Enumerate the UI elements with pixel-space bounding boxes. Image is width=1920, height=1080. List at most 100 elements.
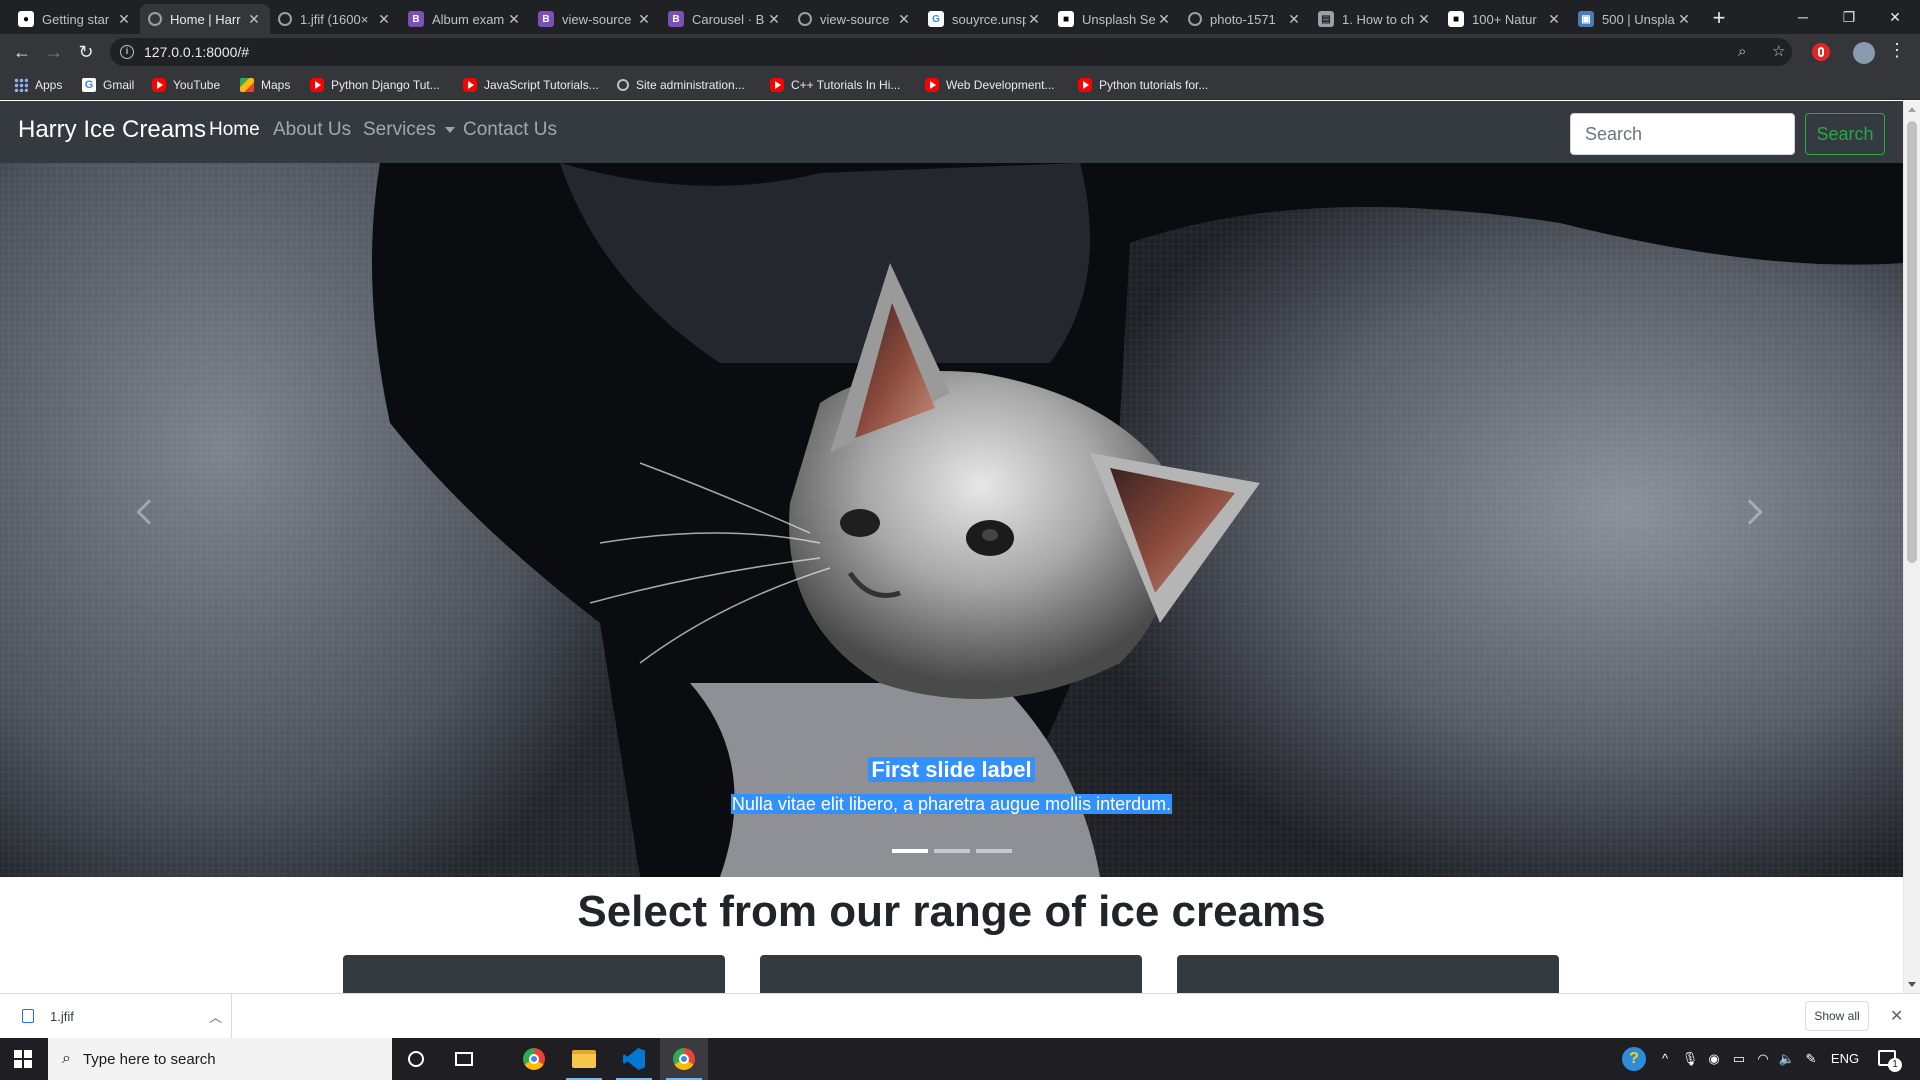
- bookmark-label: JavaScript Tutorials...: [484, 78, 599, 92]
- globe-icon: [617, 79, 629, 91]
- back-arrow-icon[interactable]: ←: [9, 40, 35, 64]
- language-indicator[interactable]: ENG: [1828, 1038, 1862, 1080]
- bookmark-cpp[interactable]: C++ Tutorials In Hi...: [770, 76, 900, 94]
- browser-tab[interactable]: ▣ 500 | Unspla ✕: [1570, 4, 1700, 34]
- product-card[interactable]: [343, 955, 725, 993]
- download-shelf: 1.jfif ︿ Show all ✕: [0, 993, 1920, 1038]
- close-tab-icon[interactable]: ✕: [1416, 11, 1432, 28]
- minimize-window-button[interactable]: ─: [1780, 0, 1826, 34]
- battery-icon[interactable]: ▭: [1728, 1038, 1750, 1080]
- carousel-indicator[interactable]: [975, 849, 1012, 853]
- carousel-indicator[interactable]: [891, 849, 928, 853]
- bootstrap-icon: B: [538, 11, 554, 27]
- bookmark-apps[interactable]: Apps: [14, 76, 62, 94]
- maximize-window-button[interactable]: ❐: [1826, 0, 1872, 34]
- close-tab-icon[interactable]: ✕: [636, 11, 652, 28]
- globe-icon: [1188, 12, 1202, 26]
- profile-avatar[interactable]: [1853, 42, 1875, 64]
- close-tab-icon[interactable]: ✕: [1156, 11, 1172, 28]
- nav-about[interactable]: About Us: [273, 119, 351, 141]
- browser-tab[interactable]: ■ Unsplash Se ✕: [1050, 4, 1180, 34]
- scroll-down-icon[interactable]: [1908, 982, 1916, 987]
- taskbar-file-explorer[interactable]: [560, 1038, 608, 1080]
- search-button[interactable]: Search: [1805, 113, 1885, 155]
- close-tab-icon[interactable]: ✕: [1026, 11, 1042, 28]
- browser-tab[interactable]: B view-source ✕: [530, 4, 660, 34]
- wifi-icon[interactable]: ◠: [1752, 1038, 1774, 1080]
- bookmark-youtube[interactable]: YouTube: [152, 76, 220, 94]
- taskbar-chrome[interactable]: [510, 1038, 558, 1080]
- windows-start-icon[interactable]: [14, 1050, 32, 1068]
- forward-arrow-icon[interactable]: →: [41, 40, 67, 64]
- close-tab-icon[interactable]: ✕: [246, 11, 262, 28]
- download-filename[interactable]: 1.jfif: [50, 1009, 209, 1024]
- close-tab-icon[interactable]: ✕: [896, 11, 912, 28]
- bookmark-gmail[interactable]: G Gmail: [82, 76, 134, 94]
- browser-tab[interactable]: ■ 100+ Natur ✕: [1440, 4, 1570, 34]
- browser-tab[interactable]: 1.jfif (1600× ✕: [270, 4, 400, 34]
- taskbar-chrome-active[interactable]: [660, 1038, 708, 1080]
- volume-icon[interactable]: 🔈: [1776, 1038, 1798, 1080]
- zoom-icon[interactable]: ⌕: [1738, 38, 1746, 66]
- carousel-indicator[interactable]: [933, 849, 970, 853]
- site-info-icon[interactable]: i: [120, 45, 134, 59]
- nav-contact[interactable]: Contact Us: [463, 119, 557, 141]
- bookmark-javascript[interactable]: JavaScript Tutorials...: [463, 76, 599, 94]
- bookmark-site-admin[interactable]: Site administration...: [617, 76, 745, 94]
- product-card[interactable]: [760, 955, 1142, 993]
- scrollbar-thumb[interactable]: [1907, 121, 1917, 563]
- new-tab-button[interactable]: +: [1706, 5, 1732, 31]
- globe-icon: [148, 12, 162, 26]
- browser-tab[interactable]: G souyrce.unsp ✕: [920, 4, 1050, 34]
- extension-icon[interactable]: [1812, 43, 1830, 61]
- download-item[interactable]: 1.jfif ︿: [0, 994, 232, 1038]
- help-icon[interactable]: ?: [1622, 1047, 1646, 1071]
- nav-home[interactable]: Home: [209, 119, 260, 141]
- site-brand[interactable]: Harry Ice Creams: [18, 116, 206, 144]
- browser-tab[interactable]: B Carousel · B ✕: [660, 4, 790, 34]
- chevron-up-icon[interactable]: ^: [1656, 1038, 1674, 1080]
- search-input[interactable]: [1570, 113, 1795, 155]
- cortana-button[interactable]: [392, 1038, 440, 1080]
- product-card[interactable]: [1177, 955, 1559, 993]
- close-tab-icon[interactable]: ✕: [116, 11, 132, 28]
- scroll-up-icon[interactable]: [1908, 107, 1916, 112]
- bookmark-web-dev[interactable]: Web Development...: [925, 76, 1055, 94]
- record-icon[interactable]: ◉: [1704, 1038, 1724, 1080]
- microphone-icon[interactable]: 🎙: [1680, 1038, 1700, 1080]
- close-tab-icon[interactable]: ✕: [1286, 11, 1302, 28]
- show-all-button[interactable]: Show all: [1805, 1001, 1869, 1031]
- bookmark-maps[interactable]: Maps: [240, 76, 290, 94]
- close-icon[interactable]: ✕: [1890, 1006, 1903, 1026]
- browser-tab-active[interactable]: Home | Harr ✕: [140, 4, 270, 34]
- taskbar-vscode[interactable]: [610, 1038, 658, 1080]
- pen-icon[interactable]: ✎: [1800, 1038, 1822, 1080]
- bookmark-python-tutorials[interactable]: Python tutorials for...: [1078, 76, 1208, 94]
- close-tab-icon[interactable]: ✕: [1546, 11, 1562, 28]
- bookmark-star-icon[interactable]: ☆: [1772, 38, 1785, 66]
- close-tab-icon[interactable]: ✕: [1676, 11, 1692, 28]
- youtube-icon: [1078, 78, 1092, 92]
- close-tab-icon[interactable]: ✕: [376, 11, 392, 28]
- taskbar-search-box[interactable]: ⌕ Type here to search: [48, 1038, 392, 1080]
- page-scrollbar[interactable]: [1903, 101, 1920, 993]
- close-window-button[interactable]: ✕: [1872, 0, 1918, 34]
- nav-services[interactable]: Services: [363, 119, 455, 141]
- bookmark-label: Apps: [35, 78, 63, 92]
- browser-tab[interactable]: ▤ 1. How to ch ✕: [1310, 4, 1440, 34]
- browser-menu-icon[interactable]: ⋮: [1888, 40, 1906, 61]
- close-tab-icon[interactable]: ✕: [506, 11, 522, 28]
- reload-icon[interactable]: ↻: [73, 40, 99, 64]
- url-text[interactable]: 127.0.0.1:8000/#: [144, 44, 249, 60]
- bookmark-python-django[interactable]: Python Django Tut...: [310, 76, 440, 94]
- chevron-up-icon[interactable]: ︿: [209, 1007, 231, 1026]
- bootstrap-icon: B: [668, 11, 684, 27]
- browser-tab[interactable]: view-source ✕: [790, 4, 920, 34]
- browser-tab[interactable]: B Album exam ✕: [400, 4, 530, 34]
- address-bar[interactable]: i 127.0.0.1:8000/#: [110, 38, 1792, 66]
- youtube-icon: [463, 78, 477, 92]
- browser-tab[interactable]: photo-1571 ✕: [1180, 4, 1310, 34]
- close-tab-icon[interactable]: ✕: [766, 11, 782, 28]
- browser-tab[interactable]: ● Getting star ✕: [10, 4, 140, 34]
- task-view-button[interactable]: [440, 1038, 488, 1080]
